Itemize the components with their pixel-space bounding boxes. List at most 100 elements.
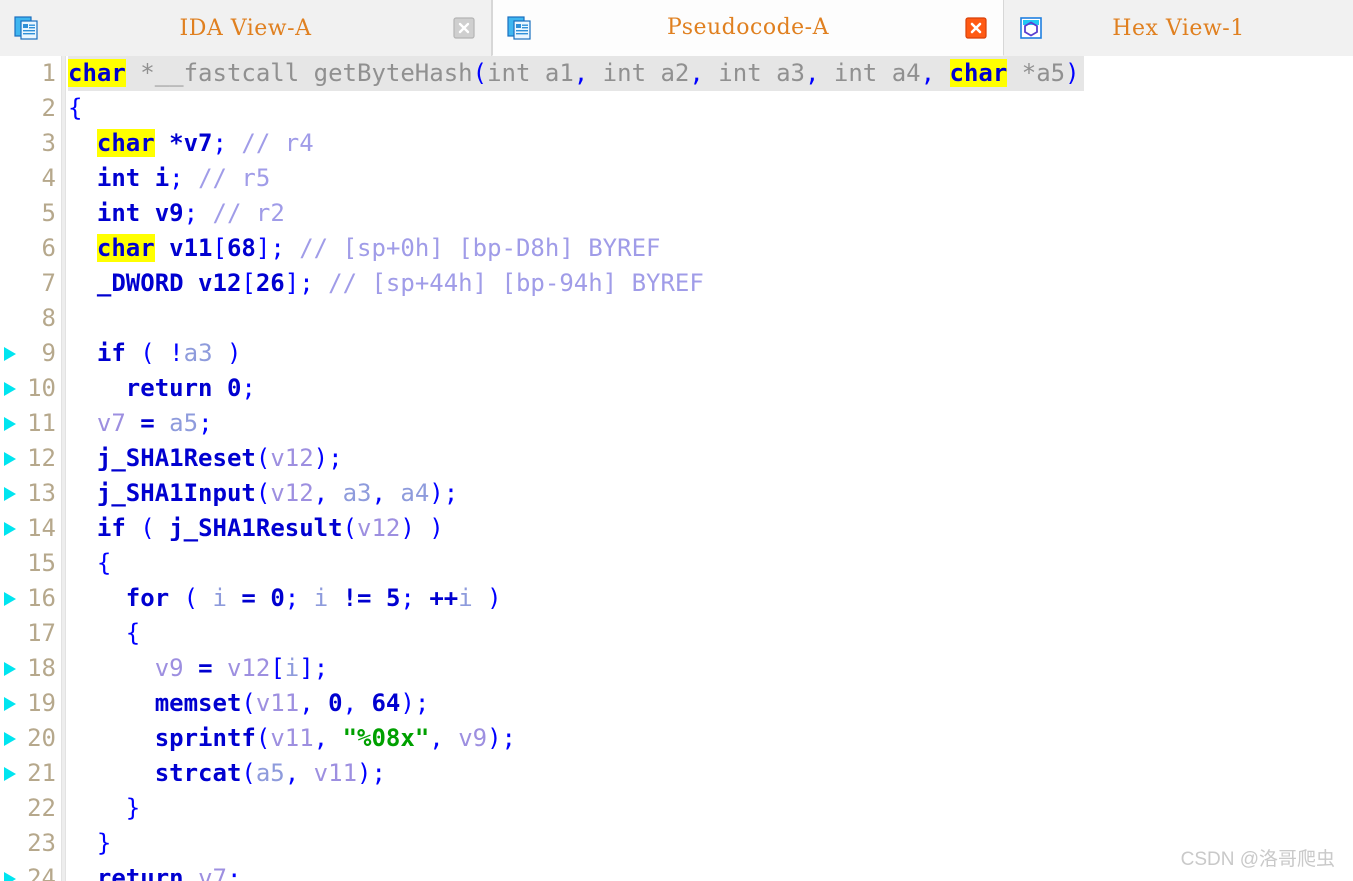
code-line[interactable]: 5 int v9; // r2 — [0, 196, 1353, 231]
code-line[interactable]: 11 v7 = a5; — [0, 406, 1353, 441]
close-icon[interactable] — [451, 15, 477, 41]
code-token: = — [241, 584, 256, 612]
code-token: // — [241, 129, 271, 157]
code-text: v9 = v12[i]; — [68, 651, 328, 686]
code-token: i — [284, 654, 300, 682]
line-number: 1 — [41, 59, 56, 87]
code-line[interactable]: 16 for ( i = 0; i != 5; ++i ) — [0, 581, 1353, 616]
code-line[interactable]: 3 char *v7; // r4 — [0, 126, 1353, 161]
code-line[interactable]: 12 j_SHA1Reset(v12); — [0, 441, 1353, 476]
code-token: v7 — [183, 129, 213, 157]
tab-pseudocode-a[interactable]: Pseudocode-A — [492, 0, 1004, 56]
code-line[interactable]: 14 if ( j_SHA1Result(v12) ) — [0, 511, 1353, 546]
code-token: strcat — [154, 759, 242, 787]
code-token: j_SHA1Reset — [96, 444, 256, 472]
pseudocode-editor[interactable]: 1 char *__fastcall getByteHash(int a1, in… — [0, 56, 1353, 881]
code-token: int a3 — [703, 59, 805, 87]
code-token: a3 — [342, 479, 372, 507]
code-token: v12 — [226, 654, 271, 682]
code-line[interactable]: 21 strcat(a5, v11); — [0, 756, 1353, 791]
code-text: if ( !a3 ) — [68, 336, 242, 371]
code-token: int a4 — [819, 59, 921, 87]
code-token: v7 — [96, 409, 126, 437]
code-line[interactable]: 18 v9 = v12[i]; — [0, 651, 1353, 686]
tab-label-ida-view-a: IDA View-A — [179, 15, 312, 41]
code-token: v12 — [270, 444, 314, 472]
code-line[interactable]: 19 memset(v11, 0, 64); — [0, 686, 1353, 721]
code-token: v12 — [270, 479, 314, 507]
code-token: ( — [342, 514, 358, 542]
view-tab-bar: IDA View-A Pseudocode-A Hex View-1 — [0, 0, 1353, 56]
code-token: ! — [169, 339, 184, 367]
code-token: if — [96, 514, 126, 542]
code-token: ) — [400, 514, 415, 542]
code-token: , — [429, 724, 444, 752]
code-token: "%08x" — [342, 724, 430, 752]
code-line[interactable]: 7 _DWORD v12[26]; // [sp+44h] [bp-94h] B… — [0, 266, 1353, 301]
code-line[interactable]: 2{ — [0, 91, 1353, 126]
code-token: ; — [241, 374, 256, 402]
code-token: ( — [255, 724, 271, 752]
code-text: j_SHA1Input(v12, a3, a4); — [68, 476, 458, 511]
code-line-list: 1 char *__fastcall getByteHash(int a1, in… — [0, 56, 1353, 881]
code-token: ; — [270, 234, 285, 262]
code-line[interactable]: 6 char v11[68]; // [sp+0h] [bp-D8h] BYRE… — [0, 231, 1353, 266]
code-token: 5 — [385, 584, 401, 612]
code-token: [ — [212, 234, 227, 262]
code-token: ( — [140, 514, 155, 542]
code-line[interactable]: 9 if ( !a3 ) — [0, 336, 1353, 371]
close-icon[interactable] — [963, 15, 989, 41]
code-line[interactable]: 17 { — [0, 616, 1353, 651]
code-line[interactable]: 4 int i; // r5 — [0, 161, 1353, 196]
code-token: return — [96, 864, 184, 881]
code-line[interactable]: 23 } — [0, 826, 1353, 861]
code-line[interactable]: 13 j_SHA1Input(v12, a3, a4); — [0, 476, 1353, 511]
code-line[interactable]: 10 return 0; — [0, 371, 1353, 406]
code-line[interactable]: 15 { — [0, 546, 1353, 581]
code-token: , — [313, 724, 329, 752]
code-line[interactable]: 22 } — [0, 791, 1353, 826]
code-token: { — [68, 94, 83, 122]
code-token: [ — [270, 654, 285, 682]
tab-label-hex-view-1: Hex View-1 — [1112, 15, 1245, 41]
code-token: = — [198, 654, 213, 682]
code-line[interactable]: 20 sprintf(v11, "%08x", v9); — [0, 721, 1353, 756]
code-text: { — [68, 616, 140, 651]
line-number: 12 — [27, 444, 56, 472]
code-token: , — [313, 479, 329, 507]
line-number: 8 — [41, 304, 56, 332]
code-token: char — [68, 59, 126, 87]
line-number: 18 — [27, 654, 56, 682]
line-number: 3 — [41, 129, 56, 157]
code-token: , — [342, 689, 358, 717]
tab-ida-view-a[interactable]: IDA View-A — [0, 0, 492, 56]
line-number: 11 — [27, 409, 56, 437]
code-line[interactable]: 24 return v7; — [0, 861, 1353, 881]
code-token: ) — [429, 514, 444, 542]
code-token: ; — [212, 129, 227, 157]
code-line[interactable]: 8 — [0, 301, 1353, 336]
code-token: a4 — [400, 479, 430, 507]
code-token: i — [212, 584, 227, 612]
code-token: ; — [313, 654, 329, 682]
code-line[interactable]: 1 char *__fastcall getByteHash(int a1, in… — [0, 56, 1353, 91]
tab-hex-view-1[interactable]: Hex View-1 — [1004, 0, 1353, 56]
code-token: j_SHA1Result — [169, 514, 343, 542]
code-text: char *v7; // r4 — [68, 126, 314, 161]
code-token: ) — [400, 689, 415, 717]
code-token: ( — [255, 444, 271, 472]
